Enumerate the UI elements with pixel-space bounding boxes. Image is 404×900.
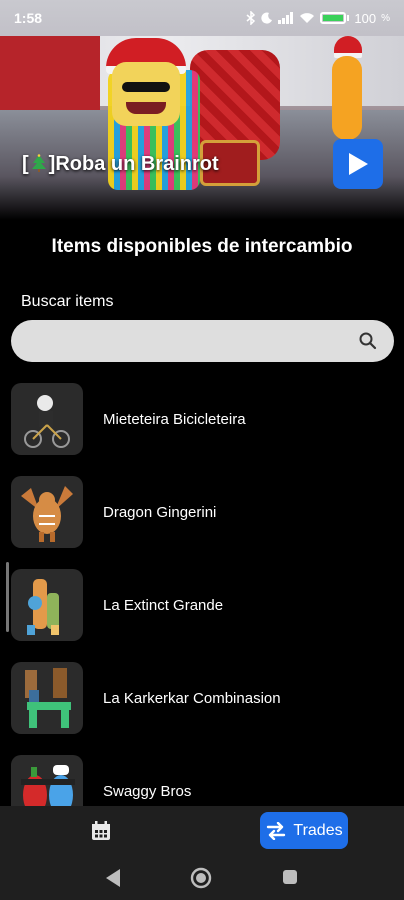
item-thumbnail <box>11 569 83 641</box>
battery-icon <box>320 12 347 24</box>
item-name: Mieteteira Bicicleteira <box>103 410 246 428</box>
list-item[interactable]: La Extinct Grande <box>11 568 391 642</box>
list-item[interactable]: Swaggy Bros <box>11 754 391 806</box>
hero-game-title: [ ]Roba un Brainrot <box>22 153 219 176</box>
bottom-navigation: Trades <box>0 806 404 858</box>
status-time: 1:58 <box>14 10 43 26</box>
list-item[interactable]: Mieteteira Bicicleteira <box>11 382 391 456</box>
home-icon[interactable] <box>190 867 212 889</box>
hero-character-face <box>112 62 180 126</box>
do-not-disturb-moon-icon <box>261 12 273 24</box>
list-item[interactable]: Dragon Gingerini <box>11 475 391 549</box>
search-input[interactable] <box>27 320 347 362</box>
trades-label: Trades <box>293 821 343 839</box>
calendar-icon[interactable] <box>90 820 112 842</box>
battery-tip <box>347 15 350 21</box>
status-bar: 1:58 100% <box>0 0 404 36</box>
hero-title-text: ]Roba un Brainrot <box>48 153 219 175</box>
trades-tab-button[interactable]: Trades <box>260 812 348 849</box>
item-name: La Extinct Grande <box>103 596 224 614</box>
percent-sign: % <box>381 12 390 24</box>
status-icons: 100% <box>246 11 390 26</box>
bluetooth-icon <box>246 11 256 25</box>
search-bar[interactable] <box>11 320 394 362</box>
hero-background-red <box>0 36 100 116</box>
recent-apps-icon[interactable] <box>283 870 297 884</box>
items-list[interactable]: Mieteteira Bicicleteira Dragon Gingerini… <box>0 374 404 806</box>
item-name: Swaggy Bros <box>103 782 192 800</box>
battery-percent: 100 <box>354 10 377 26</box>
swap-arrows-icon <box>267 821 286 840</box>
page-title: Items disponibles de intercambio <box>51 236 353 257</box>
item-thumbnail <box>11 755 83 806</box>
item-thumbnail <box>11 476 83 548</box>
hero-noodle-hat <box>334 36 362 58</box>
back-icon[interactable] <box>104 868 122 888</box>
play-button[interactable] <box>333 139 383 189</box>
system-navigation-bar <box>0 858 404 900</box>
list-item[interactable]: La Karkerkar Combinasion <box>11 661 391 735</box>
christmas-tree-icon <box>31 154 47 172</box>
item-thumbnail <box>11 383 83 455</box>
search-label: Buscar items <box>21 293 114 310</box>
search-icon[interactable] <box>358 331 378 351</box>
hero-title-prefix: [ <box>22 153 29 175</box>
item-name: Dragon Gingerini <box>103 503 217 521</box>
signal-icon <box>278 12 294 24</box>
wifi-icon <box>300 13 315 23</box>
hero-noodle-character <box>332 56 362 140</box>
play-icon <box>349 153 368 175</box>
item-name: La Karkerkar Combinasion <box>103 689 281 707</box>
list-scroll-indicator[interactable] <box>6 562 9 632</box>
item-thumbnail <box>11 662 83 734</box>
